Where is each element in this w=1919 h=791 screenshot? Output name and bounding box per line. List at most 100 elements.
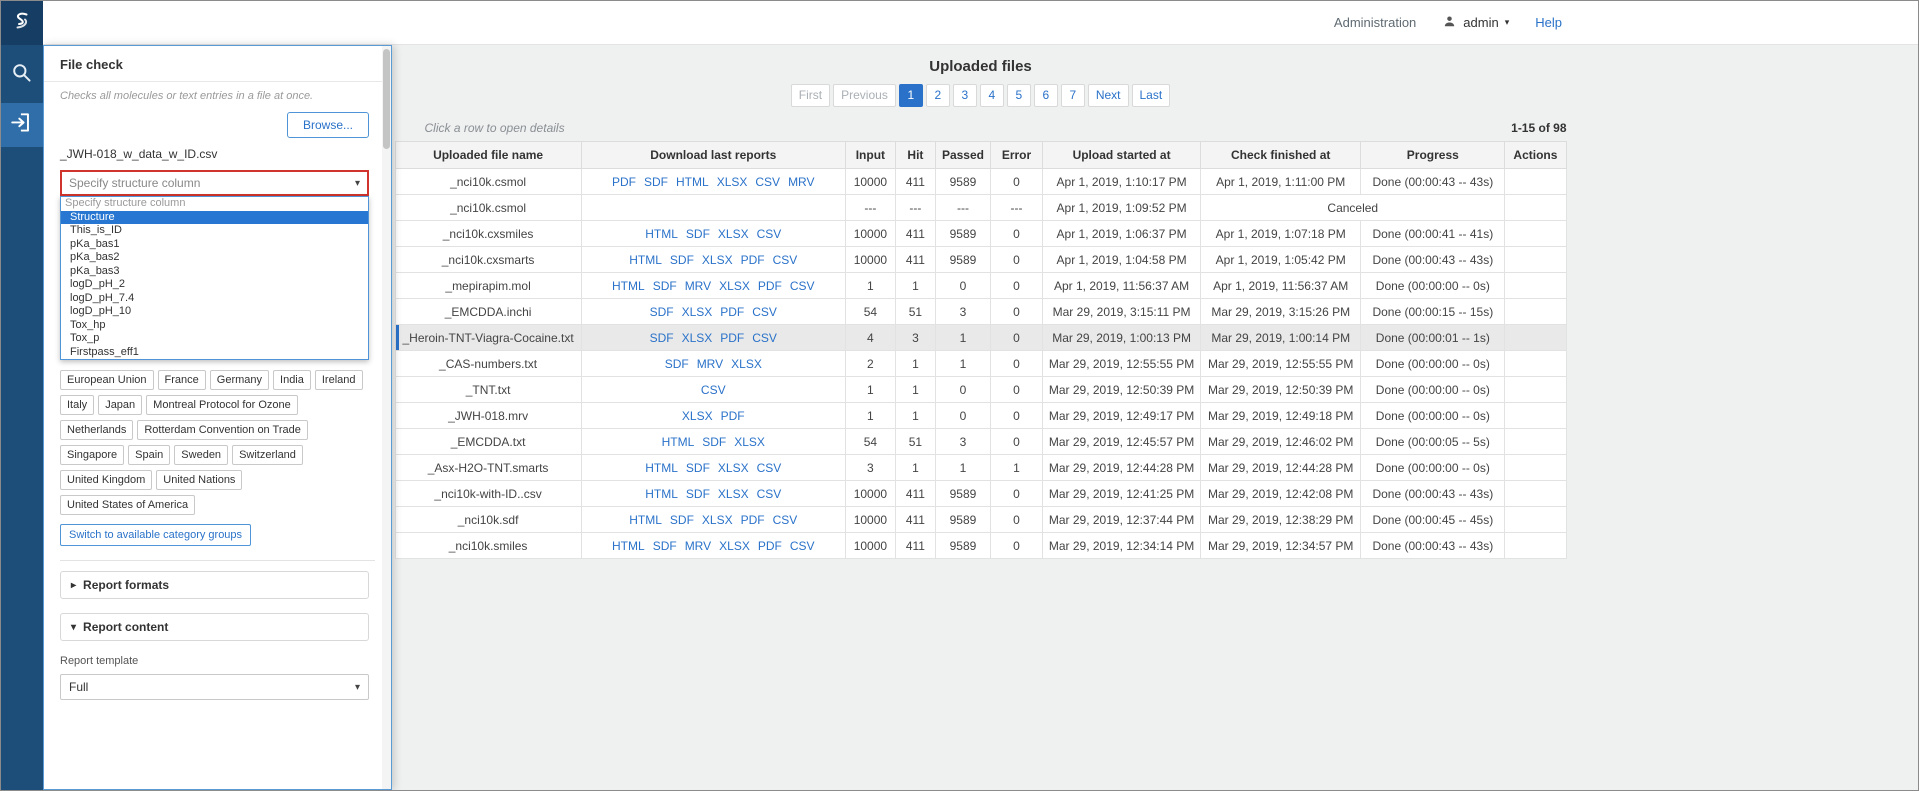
dropdown-option[interactable]: Firstpass_eff1 <box>61 346 368 360</box>
dropdown-option[interactable]: pKa_bas3 <box>61 265 368 279</box>
table-row[interactable]: _JWH-018.mrvXLSXPDF1100Mar 29, 2019, 12:… <box>395 403 1566 429</box>
panel-scrollbar[interactable] <box>382 46 391 789</box>
table-row[interactable]: _EMCDDA.txtHTMLSDFXLSX545130Mar 29, 2019… <box>395 429 1566 455</box>
report-link-pdf[interactable]: PDF <box>741 513 765 527</box>
report-link-sdf[interactable]: SDF <box>653 539 677 553</box>
report-link-sdf[interactable]: SDF <box>686 461 710 475</box>
table-row[interactable]: _nci10k.csmolPDFSDFHTMLXLSXCSVMRV1000041… <box>395 169 1566 195</box>
report-link-xlsx[interactable]: XLSX <box>719 279 750 293</box>
report-link-html[interactable]: HTML <box>662 435 695 449</box>
category-button[interactable]: Singapore <box>60 445 124 465</box>
report-link-csv[interactable]: CSV <box>773 513 798 527</box>
report-link-csv[interactable]: CSV <box>752 305 777 319</box>
table-row[interactable]: _nci10k-with-ID..csvHTMLSDFXLSXCSV100004… <box>395 481 1566 507</box>
report-link-html[interactable]: HTML <box>612 279 645 293</box>
report-link-pdf[interactable]: PDF <box>720 305 744 319</box>
report-link-sdf[interactable]: SDF <box>670 513 694 527</box>
page-button-4[interactable]: 4 <box>980 84 1004 107</box>
report-link-html[interactable]: HTML <box>645 487 678 501</box>
page-button-7[interactable]: 7 <box>1061 84 1085 107</box>
report-link-xlsx[interactable]: XLSX <box>719 539 750 553</box>
category-button[interactable]: European Union <box>60 370 154 390</box>
report-link-xlsx[interactable]: XLSX <box>718 461 749 475</box>
table-row[interactable]: _Heroin-TNT-Viagra-Cocaine.txtSDFXLSXPDF… <box>395 325 1566 351</box>
page-button-first[interactable]: First <box>791 84 830 107</box>
category-button[interactable]: Switzerland <box>232 445 303 465</box>
report-link-sdf[interactable]: SDF <box>686 487 710 501</box>
report-link-xlsx[interactable]: XLSX <box>717 175 748 189</box>
page-button-6[interactable]: 6 <box>1034 84 1058 107</box>
report-link-sdf[interactable]: SDF <box>644 175 668 189</box>
report-link-xlsx[interactable]: XLSX <box>682 331 713 345</box>
report-link-sdf[interactable]: SDF <box>665 357 689 371</box>
category-button[interactable]: United Nations <box>156 470 242 490</box>
browse-button[interactable]: Browse... <box>287 112 369 138</box>
report-link-xlsx[interactable]: XLSX <box>718 227 749 241</box>
page-button-next[interactable]: Next <box>1088 84 1129 107</box>
report-link-pdf[interactable]: PDF <box>612 175 636 189</box>
page-button-1[interactable]: 1 <box>899 84 923 107</box>
report-link-pdf[interactable]: PDF <box>721 409 745 423</box>
category-button[interactable]: Ireland <box>315 370 363 390</box>
report-link-xlsx[interactable]: XLSX <box>718 487 749 501</box>
report-link-csv[interactable]: CSV <box>752 331 777 345</box>
dropdown-option[interactable]: logD_pH_10 <box>61 305 368 319</box>
report-link-mrv[interactable]: MRV <box>697 357 723 371</box>
report-link-xlsx[interactable]: XLSX <box>731 357 762 371</box>
category-button[interactable]: Montreal Protocol for Ozone <box>146 395 298 415</box>
sidebar-item-search[interactable] <box>1 55 43 95</box>
dropdown-option[interactable]: Specify structure column <box>61 197 368 211</box>
category-button[interactable]: Rotterdam Convention on Trade <box>137 420 308 440</box>
dropdown-option[interactable]: This_is_ID <box>61 224 368 238</box>
table-row[interactable]: _nci10k.cxsmartsHTMLSDFXLSXPDFCSV1000041… <box>395 247 1566 273</box>
table-row[interactable]: _nci10k.cxsmilesHTMLSDFXLSXCSV1000041195… <box>395 221 1566 247</box>
report-link-sdf[interactable]: SDF <box>670 253 694 267</box>
report-link-sdf[interactable]: SDF <box>702 435 726 449</box>
page-button-2[interactable]: 2 <box>926 84 950 107</box>
table-row[interactable]: _nci10k.csmol------------Apr 1, 2019, 1:… <box>395 195 1566 221</box>
category-button[interactable]: Sweden <box>174 445 228 465</box>
report-link-mrv[interactable]: MRV <box>685 279 711 293</box>
category-button[interactable]: Spain <box>128 445 170 465</box>
help-link[interactable]: Help <box>1535 15 1562 30</box>
report-link-csv[interactable]: CSV <box>757 461 782 475</box>
table-row[interactable]: _nci10k.sdfHTMLSDFXLSXPDFCSV100004119589… <box>395 507 1566 533</box>
report-link-html[interactable]: HTML <box>629 253 662 267</box>
report-link-csv[interactable]: CSV <box>773 253 798 267</box>
report-link-mrv[interactable]: MRV <box>685 539 711 553</box>
report-link-html[interactable]: HTML <box>629 513 662 527</box>
scrollbar-thumb[interactable] <box>383 49 390 149</box>
report-link-xlsx[interactable]: XLSX <box>702 513 733 527</box>
report-link-sdf[interactable]: SDF <box>650 331 674 345</box>
app-logo[interactable] <box>1 1 43 45</box>
category-button[interactable]: United States of America <box>60 495 195 515</box>
category-button[interactable]: United Kingdom <box>60 470 152 490</box>
report-link-html[interactable]: HTML <box>612 539 645 553</box>
report-template-select[interactable]: Full ▾ <box>60 674 369 700</box>
report-link-html[interactable]: HTML <box>645 461 678 475</box>
report-link-pdf[interactable]: PDF <box>720 331 744 345</box>
report-link-html[interactable]: HTML <box>676 175 709 189</box>
category-button[interactable]: Germany <box>210 370 269 390</box>
table-row[interactable]: _CAS-numbers.txtSDFMRVXLSX2110Mar 29, 20… <box>395 351 1566 377</box>
report-link-html[interactable]: HTML <box>645 227 678 241</box>
section-report-content[interactable]: ▾ Report content <box>60 613 369 641</box>
report-link-sdf[interactable]: SDF <box>686 227 710 241</box>
table-row[interactable]: _EMCDDA.inchiSDFXLSXPDFCSV545130Mar 29, … <box>395 299 1566 325</box>
category-button[interactable]: India <box>273 370 311 390</box>
dropdown-option[interactable]: logD_pH_7.4 <box>61 292 368 306</box>
report-link-xlsx[interactable]: XLSX <box>682 409 713 423</box>
dropdown-option[interactable]: Structure <box>61 211 368 225</box>
report-link-csv[interactable]: CSV <box>790 539 815 553</box>
switch-category-groups-button[interactable]: Switch to available category groups <box>60 524 251 546</box>
dropdown-option[interactable]: Tox_p <box>61 332 368 346</box>
structure-column-select[interactable]: Specify structure column ▾ <box>60 170 369 196</box>
report-link-pdf[interactable]: PDF <box>758 279 782 293</box>
category-button[interactable]: Japan <box>98 395 142 415</box>
category-button[interactable]: France <box>158 370 206 390</box>
user-menu[interactable]: admin ▾ <box>1442 14 1509 32</box>
table-row[interactable]: _nci10k.smilesHTMLSDFMRVXLSXPDFCSV100004… <box>395 533 1566 559</box>
category-button[interactable]: Italy <box>60 395 94 415</box>
sidebar-item-file-check[interactable] <box>1 103 43 147</box>
report-link-xlsx[interactable]: XLSX <box>734 435 765 449</box>
